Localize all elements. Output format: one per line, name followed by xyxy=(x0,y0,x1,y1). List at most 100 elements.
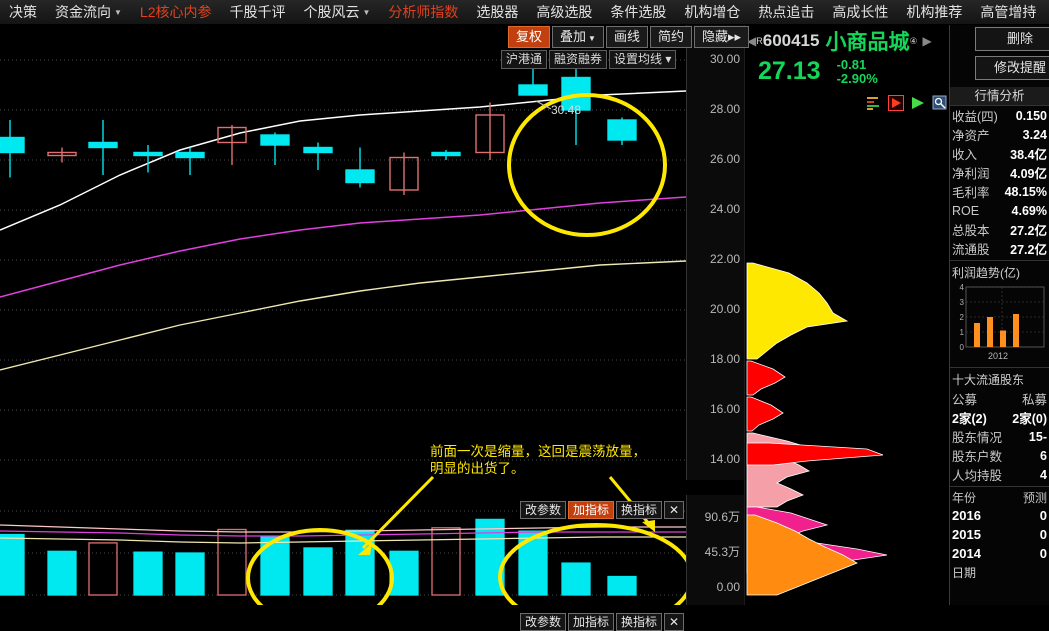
voltools2-btn-2[interactable]: 换指标 xyxy=(616,613,663,631)
bars-icon[interactable] xyxy=(866,95,882,111)
date-label: 日期 xyxy=(952,566,977,580)
voltools2-btn-0[interactable]: 改参数 xyxy=(520,613,567,631)
price-tick-5: 20.00 xyxy=(709,302,740,316)
volume-axis: 90.6万 45.3万 0.00 xyxy=(686,495,744,605)
voltools2-btn-1[interactable]: 加指标 xyxy=(568,613,615,631)
financial-key: ROE xyxy=(952,203,980,218)
chart-icon-row xyxy=(866,95,948,111)
holder-value: 4 xyxy=(1040,467,1047,482)
volume-profile-panel xyxy=(744,25,949,605)
financial-key: 收益(四) xyxy=(952,110,998,124)
menu-item-label: 条件选股 xyxy=(610,3,667,20)
svg-text:2: 2 xyxy=(960,313,965,322)
holder-row-0: 股东情况 15- xyxy=(950,427,1049,446)
menu-item-12[interactable]: 机构推荐 xyxy=(897,0,971,25)
chart-tool-0[interactable]: 复权 xyxy=(508,26,551,48)
menu-item-label: L2核心内参 xyxy=(139,3,212,20)
chart-tool2-0[interactable]: 沪港通 xyxy=(501,50,548,69)
svg-text:0: 0 xyxy=(960,343,965,352)
volume-toolbar: 改参数 加指标 换指标 ✕ xyxy=(520,501,686,519)
forecast-row-2: 2014 0 xyxy=(950,544,1049,563)
profit-trend-svg: 4 3 2 1 0 2012 xyxy=(960,283,1045,361)
menu-item-label: 个股风云 xyxy=(303,3,360,20)
forecast-row-1: 2015 0 xyxy=(950,525,1049,544)
chevron-down-icon: ▼ xyxy=(114,8,122,18)
delete-alert-button[interactable]: 删除 xyxy=(975,27,1049,51)
menu-item-label: 高成长性 xyxy=(832,3,889,20)
menu-item-6[interactable]: 选股器 xyxy=(467,0,527,25)
forecast-value: 0 xyxy=(1039,508,1047,523)
financial-value: 27.2亿 xyxy=(1010,243,1047,257)
divider-3 xyxy=(950,486,1049,487)
financial-metrics-list: 收益(四) 0.150 净资产 3.24 收入 38.4亿 净利润 4.09亿 毛利率 48.15… xyxy=(950,106,1049,258)
close-icon[interactable]: ✕ xyxy=(664,501,685,519)
financial-row-4: 毛利率 48.15% xyxy=(950,182,1049,201)
forecast-row-0: 2016 0 xyxy=(950,506,1049,525)
voltools1-btn-0[interactable]: 改参数 xyxy=(520,501,567,519)
forecast-year: 2014 xyxy=(952,546,981,561)
volume-tick-0: 90.6万 xyxy=(704,510,740,524)
menu-item-13[interactable]: 高管增持 xyxy=(971,0,1045,25)
menu-item-label: 决策 xyxy=(9,3,37,20)
svg-text:1: 1 xyxy=(960,328,965,337)
menu-item-label: 机构增仓 xyxy=(684,3,741,20)
red-play-icon[interactable] xyxy=(888,95,904,111)
volume-profile-svg xyxy=(746,262,888,596)
holder-value: 15- xyxy=(1028,429,1047,444)
price-chart-pane[interactable] xyxy=(0,25,686,490)
price-tick-3: 24.00 xyxy=(709,202,740,216)
chart-tool2-2[interactable]: 设置均线 ▾ xyxy=(609,50,677,69)
stock-price: 27.13 xyxy=(758,57,821,85)
chart-tool-2[interactable]: 画线 xyxy=(605,26,648,48)
chart-toolbar-secondary: 沪港通 融资融券 设置均线 ▾ xyxy=(501,50,678,69)
menu-item-10[interactable]: 热点追击 xyxy=(749,0,823,25)
chevron-down-icon: ▼ xyxy=(362,8,371,18)
menu-item-4[interactable]: 个股风云 ▼ xyxy=(295,0,380,25)
financial-row-1: 净资产 3.24 xyxy=(950,125,1049,144)
menu-item-label: 热点追击 xyxy=(758,3,815,20)
chart-tool-3[interactable]: 简约 xyxy=(649,26,692,48)
next-stock-arrow[interactable]: ▶ xyxy=(923,34,932,48)
holder-row-2: 人均持股 4 xyxy=(950,465,1049,484)
menu-item-3[interactable]: 千股千评 xyxy=(221,0,295,25)
svg-text:3: 3 xyxy=(960,298,965,307)
menu-item-1[interactable]: 资金流向 ▼ xyxy=(46,0,131,25)
voltools1-btn-1[interactable]: 加指标 xyxy=(568,501,615,519)
price-tick-6: 18.00 xyxy=(709,352,740,366)
close-icon[interactable]: ✕ xyxy=(664,613,685,631)
top-holders-title[interactable]: 十大流通股东 xyxy=(950,370,1049,389)
forecast-col-value: 预测 xyxy=(1022,491,1047,505)
menu-item-0[interactable]: 决策 xyxy=(0,0,46,25)
quote-analysis-title[interactable]: 行情分析 xyxy=(950,87,1049,106)
menu-item-label: 分析师指数 xyxy=(388,3,459,20)
voltools1-btn-2[interactable]: 换指标 xyxy=(616,501,663,519)
financial-key: 毛利率 xyxy=(952,186,990,200)
menu-item-8[interactable]: 条件选股 xyxy=(601,0,675,25)
chart-tool2-1[interactable]: 融资融券 xyxy=(549,50,608,69)
menu-item-label: 高管增持 xyxy=(980,3,1037,20)
menu-item-9[interactable]: 机构增仓 xyxy=(675,0,749,25)
chevron-down-icon: ▾ xyxy=(662,52,672,66)
menu-item-label: 高级选股 xyxy=(536,3,593,20)
forecast-col-year: 年份 xyxy=(952,491,977,505)
fund-col-public: 公募 xyxy=(952,393,978,407)
green-play-icon[interactable] xyxy=(910,95,926,111)
financial-key: 总股本 xyxy=(952,224,990,238)
annotation-line-2: 明显的出货了。 xyxy=(430,461,525,476)
menu-item-11[interactable]: 高成长性 xyxy=(823,0,897,25)
magnifier-icon[interactable] xyxy=(932,95,948,111)
menu-item-7[interactable]: 高级选股 xyxy=(527,0,601,25)
stock-name-superscript: ④ xyxy=(909,35,918,46)
financial-value: 38.4亿 xyxy=(1010,148,1047,162)
price-chart-svg xyxy=(0,55,686,461)
stock-header: ◀ R 600415 小商品城 ④ ▶ 27.13 -0.81 -2.90% xyxy=(744,25,949,93)
stock-name: 小商品城 xyxy=(825,31,910,54)
fund-val-private: 2家(0) xyxy=(1012,412,1047,426)
chart-tool-4[interactable]: 隐藏▸▸ xyxy=(693,26,750,48)
menu-item-5[interactable]: 分析师指数 xyxy=(379,0,467,25)
holder-key: 股东户数 xyxy=(952,450,1003,464)
menu-item-2[interactable]: L2核心内参 xyxy=(131,0,221,25)
modify-alert-button[interactable]: 修改提醒 xyxy=(975,56,1049,80)
chart-tool-1[interactable]: 叠加 ▼ xyxy=(552,26,604,48)
financial-key: 收入 xyxy=(952,148,978,162)
